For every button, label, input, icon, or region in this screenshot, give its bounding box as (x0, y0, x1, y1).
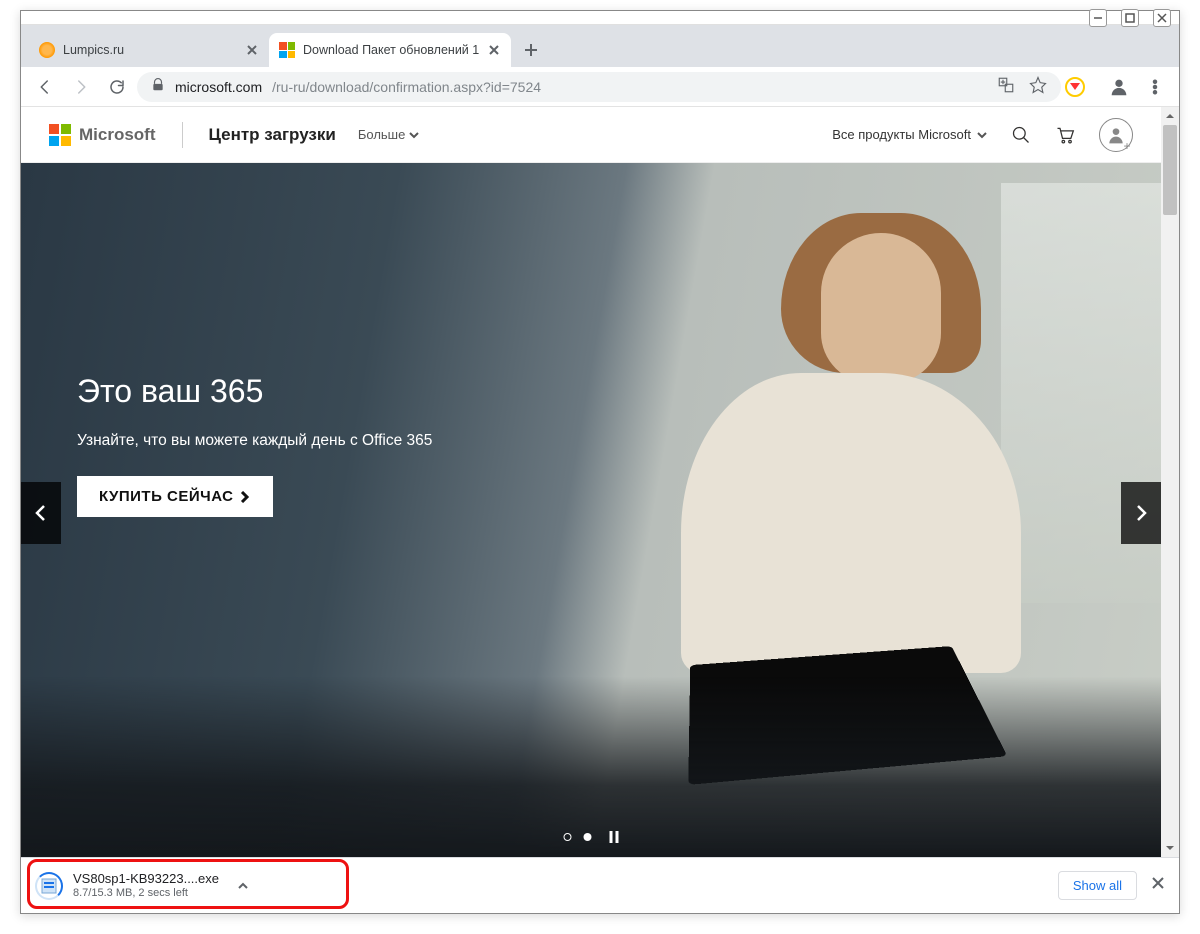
chevron-down-icon (409, 130, 419, 140)
all-products-label: Все продукты Microsoft (832, 127, 971, 142)
tab-close-icon[interactable] (245, 43, 259, 57)
carousel-prev-button[interactable] (21, 482, 61, 544)
page-content: Microsoft Центр загрузки Больше Все прод… (21, 107, 1161, 857)
url-host: microsoft.com (175, 79, 262, 95)
window-controls (1089, 9, 1171, 27)
carousel-pause-button[interactable] (610, 831, 619, 843)
download-item[interactable]: VS80sp1-KB93223....exe 8.7/15.3 MB, 2 se… (27, 867, 261, 904)
chevron-down-icon (977, 130, 987, 140)
carousel-dot-2[interactable] (584, 833, 592, 841)
chevron-right-icon (239, 491, 251, 503)
url-path: /ru-ru/download/confirmation.aspx?id=752… (272, 79, 541, 95)
scroll-track[interactable] (1161, 125, 1179, 839)
scroll-up-arrow[interactable] (1161, 107, 1179, 125)
hero-subtitle: Узнайте, что вы можете каждый день с Off… (77, 432, 432, 450)
scroll-thumb[interactable] (1163, 125, 1177, 215)
download-shelf: VS80sp1-KB93223....exe 8.7/15.3 MB, 2 se… (21, 857, 1179, 913)
favicon-lumpics (39, 42, 55, 58)
download-center-link[interactable]: Центр загрузки (209, 125, 336, 145)
window-minimize-button[interactable] (1089, 9, 1107, 27)
titlebar (21, 11, 1179, 25)
profile-avatar-button[interactable] (1105, 73, 1133, 101)
show-all-downloads-button[interactable]: Show all (1058, 871, 1137, 900)
hero-text-block: Это ваш 365 Узнайте, что вы можете кажды… (77, 373, 432, 517)
nav-back-button[interactable] (29, 71, 61, 103)
address-bar[interactable]: microsoft.com/ru-ru/download/confirmatio… (137, 72, 1061, 102)
window-close-button[interactable] (1153, 9, 1171, 27)
hero-heading: Это ваш 365 (77, 373, 432, 410)
vertical-scrollbar[interactable] (1161, 107, 1179, 857)
viewport: Microsoft Центр загрузки Больше Все прод… (21, 107, 1179, 857)
account-signin-button[interactable] (1099, 118, 1133, 152)
scroll-down-arrow[interactable] (1161, 839, 1179, 857)
tab-label: Lumpics.ru (63, 43, 237, 57)
more-menu[interactable]: Больше (358, 127, 420, 142)
download-status: 8.7/15.3 MB, 2 secs left (73, 887, 219, 900)
lock-icon (151, 78, 165, 95)
buy-now-label: КУПИТЬ СЕЙЧАС (99, 488, 233, 505)
window-maximize-button[interactable] (1121, 9, 1139, 27)
all-products-menu[interactable]: Все продукты Microsoft (832, 127, 987, 142)
browser-toolbar: microsoft.com/ru-ru/download/confirmatio… (21, 67, 1179, 107)
carousel-controls (564, 831, 619, 843)
tab-lumpics[interactable]: Lumpics.ru (29, 33, 269, 67)
download-filename: VS80sp1-KB93223....exe (73, 871, 219, 887)
hero-banner: Это ваш 365 Узнайте, что вы можете кажды… (21, 163, 1161, 857)
tab-strip: Lumpics.ru Download Пакет обновлений 1 (21, 25, 1179, 67)
browser-window: Lumpics.ru Download Пакет обновлений 1 m… (20, 10, 1180, 914)
carousel-next-button[interactable] (1121, 482, 1161, 544)
site-header: Microsoft Центр загрузки Больше Все прод… (21, 107, 1161, 163)
microsoft-logo-icon (49, 124, 71, 146)
translate-icon[interactable] (997, 76, 1015, 97)
divider (182, 122, 183, 148)
yandex-extension-icon[interactable] (1065, 77, 1085, 97)
close-download-shelf-button[interactable] (1151, 876, 1165, 895)
microsoft-logo[interactable]: Microsoft (49, 124, 156, 146)
download-progress-icon (35, 872, 63, 900)
nav-reload-button[interactable] (101, 71, 133, 103)
tab-close-icon[interactable] (487, 43, 501, 57)
browser-menu-button[interactable] (1139, 71, 1171, 103)
new-tab-button[interactable] (517, 36, 545, 64)
tab-label: Download Пакет обновлений 1 (303, 43, 479, 57)
carousel-dot-1[interactable] (564, 833, 572, 841)
microsoft-logo-text: Microsoft (79, 125, 156, 145)
bookmark-star-icon[interactable] (1029, 76, 1047, 97)
more-menu-label: Больше (358, 127, 406, 142)
download-options-button[interactable] (233, 876, 253, 896)
favicon-microsoft (279, 42, 295, 58)
nav-forward-button[interactable] (65, 71, 97, 103)
hero-foreground (21, 677, 1161, 857)
search-icon[interactable] (1011, 125, 1031, 145)
tab-download[interactable]: Download Пакет обновлений 1 (269, 33, 511, 67)
cart-icon[interactable] (1055, 125, 1075, 145)
buy-now-button[interactable]: КУПИТЬ СЕЙЧАС (77, 476, 273, 517)
